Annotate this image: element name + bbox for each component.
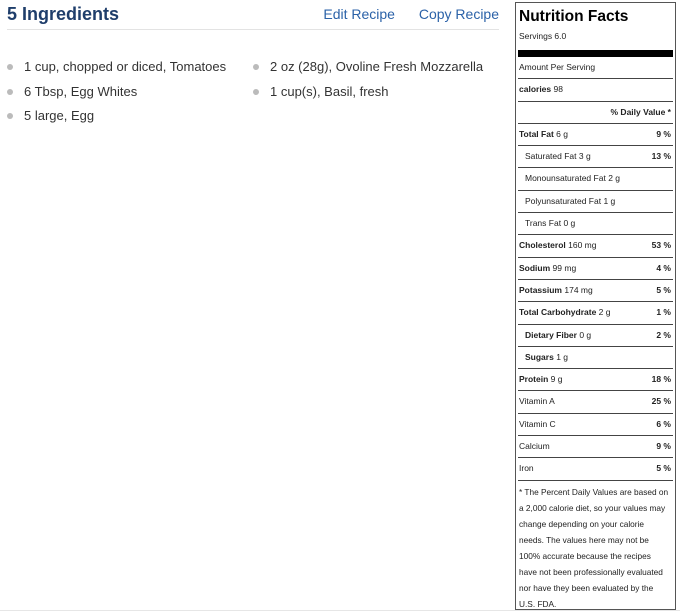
nutrient-row-polyunsaturated-fat: Polyunsaturated Fat 1 g (518, 191, 673, 214)
nutrient-label: Vitamin C (519, 418, 556, 429)
ingredients-title: 5 Ingredients (7, 4, 120, 24)
nutrient-percent: 6 % (656, 418, 671, 429)
copy-recipe-link[interactable]: Copy Recipe (419, 6, 499, 22)
nutrient-label: Calcium (519, 441, 550, 452)
nutrient-row-potassium: Potassium 174 mg 5 % (518, 280, 673, 303)
nutrient-label: Monounsaturated Fat (525, 173, 606, 184)
nutrient-percent: 1 % (656, 307, 671, 318)
nutrient-label: Polyunsaturated Fat (525, 195, 602, 206)
nutrient-row-dietary-fiber: Dietary Fiber 0 g 2 % (518, 325, 673, 347)
nutrient-label: Total Carbohydrate (519, 307, 597, 318)
nutrient-label: Total Fat (519, 128, 554, 139)
nutrient-row-saturated-fat: Saturated Fat 3 g 13 % (518, 146, 673, 169)
calories-label: calories (519, 84, 552, 95)
nutrition-footnote: * The Percent Daily Values are based on … (519, 486, 669, 609)
bullet-icon (253, 88, 259, 95)
calories-row: calories 98 (518, 79, 673, 102)
nutrient-percent: 9 % (656, 441, 671, 452)
nutrient-percent: 25 % (651, 396, 671, 407)
nutrient-percent: 5 % (656, 284, 671, 295)
nutrient-percent: 5 % (656, 463, 671, 474)
nutrient-percent: 2 % (656, 329, 671, 340)
nutrient-label: Trans Fat (525, 218, 562, 229)
bullet-icon (253, 64, 259, 70)
nutrient-row-vitamin-a: Vitamin A 25 % (518, 391, 673, 414)
nutrient-amount: 3 g (578, 151, 591, 162)
nutrient-label: Vitamin A (519, 396, 555, 407)
edit-recipe-link[interactable]: Edit Recipe (323, 6, 395, 22)
nutrient-row-sodium: Sodium 99 mg 4 % (518, 258, 673, 280)
nutrient-label: Iron (519, 463, 534, 474)
page-divider (0, 610, 680, 611)
nutrient-label: Cholesterol (519, 240, 566, 251)
nutrient-percent: 18 % (651, 374, 671, 385)
nutrient-percent: 9 % (656, 128, 671, 139)
ingredients-list-column-2: 2 oz (28g), Ovoline Fresh Mozzarella 1 c… (253, 57, 483, 106)
nutrient-label: Sugars (525, 351, 554, 362)
nutrient-row-total-carbohydrate: Total Carbohydrate 2 g 1 % (518, 302, 673, 325)
servings-text: Servings 6.0 (519, 31, 567, 41)
nutrient-amount: 2 g (598, 307, 611, 318)
nutrient-amount: 9 g (550, 374, 563, 385)
nutrient-label: Protein (519, 374, 549, 385)
nutrient-amount: 0 g (563, 218, 576, 229)
nutrient-amount: 160 mg (568, 240, 597, 251)
nutrient-label: Sodium (519, 262, 551, 273)
nutrient-row-cholesterol: Cholesterol 160 mg 53 % (518, 235, 673, 258)
nutrient-row-vitamin-c: Vitamin C 6 % (518, 414, 673, 437)
nutrient-percent: 13 % (651, 151, 671, 162)
nutrition-facts-panel: Nutrition Facts Servings 6.0 Amount Per … (515, 2, 676, 610)
ingredients-header: 5 Ingredients Edit Recipe Copy Recipe (7, 3, 499, 30)
nutrient-amount: 2 g (608, 173, 621, 184)
bullet-icon (7, 64, 13, 70)
nutrient-row-sugars: Sugars 1 g (518, 347, 673, 370)
ingredient-item: 2 oz (28g), Ovoline Fresh Mozzarella (253, 57, 483, 82)
daily-value-header: % Daily Value * (518, 102, 673, 124)
nutrient-amount: 6 g (556, 128, 568, 139)
amount-per-serving: Amount Per Serving (518, 57, 673, 80)
nutrition-facts-title: Nutrition Facts (519, 8, 629, 25)
ingredients-list-column-1: 1 cup, chopped or diced, Tomatoes 6 Tbsp… (7, 57, 226, 131)
nutrient-row-iron: Iron 5 % (518, 458, 673, 481)
nutrient-row-total-fat: Total Fat 6 g 9 % (518, 124, 673, 147)
nutrient-label: Dietary Fiber (525, 329, 577, 340)
nutrient-label: Potassium (519, 284, 562, 295)
nutrient-percent: 4 % (656, 262, 671, 273)
nutrient-amount: 174 mg (564, 284, 593, 295)
nutrient-row-protein: Protein 9 g 18 % (518, 369, 673, 392)
nutrient-percent: 53 % (651, 240, 671, 251)
thick-divider (518, 50, 673, 57)
ingredient-item: 6 Tbsp, Egg Whites (7, 82, 226, 107)
ingredient-item: 1 cup, chopped or diced, Tomatoes (7, 57, 226, 82)
nutrient-amount: 1 g (556, 351, 569, 362)
nutrient-label: Saturated Fat (525, 151, 577, 162)
ingredient-item: 1 cup(s), Basil, fresh (253, 82, 483, 107)
ingredient-item: 5 large, Egg (7, 106, 226, 131)
nutrient-amount: 99 mg (552, 262, 577, 273)
bullet-icon (7, 88, 13, 95)
bullet-icon (7, 113, 13, 119)
nutrient-row-calcium: Calcium 9 % (518, 436, 673, 459)
recipe-actions: Edit Recipe Copy Recipe (303, 6, 499, 22)
nutrient-row-trans-fat: Trans Fat 0 g (518, 213, 673, 236)
nutrient-amount: 0 g (579, 329, 592, 340)
nutrient-row-monounsaturated-fat: Monounsaturated Fat 2 g (518, 168, 673, 191)
nutrient-amount: 1 g (603, 195, 616, 206)
calories-value: 98 (553, 84, 563, 95)
